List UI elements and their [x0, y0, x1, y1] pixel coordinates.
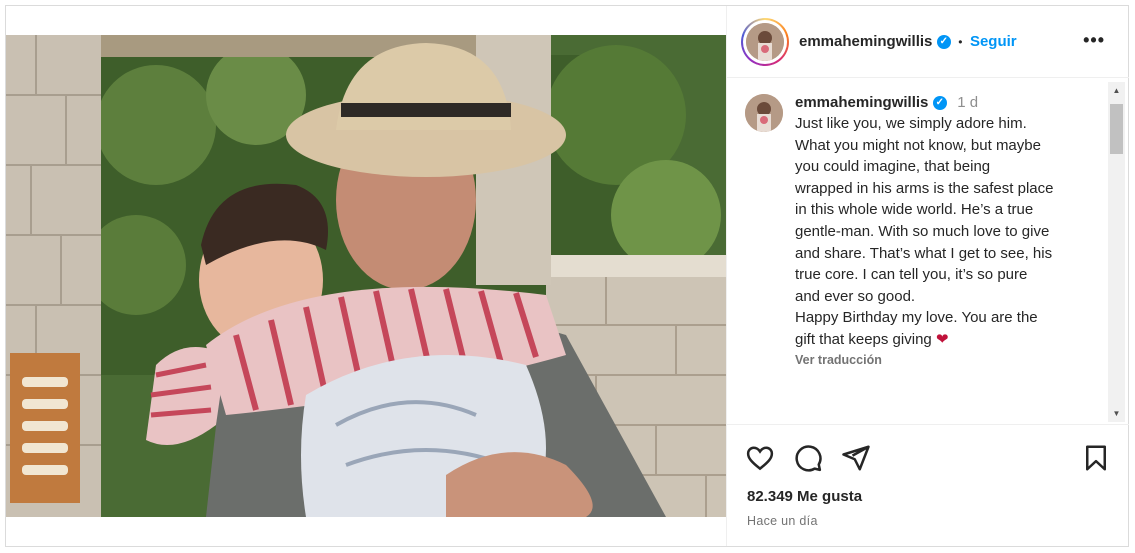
more-horizontal-icon[interactable]: •••: [1083, 30, 1105, 51]
caption-body: emmahemingwillis ✓ 1 d Just like you, we…: [795, 94, 1095, 367]
post-sidebar: emmahemingwillis ✓ • Seguir ••• emmahemi…: [726, 6, 1129, 546]
verified-badge-icon: ✓: [936, 34, 951, 49]
story-ring[interactable]: [741, 18, 789, 66]
caption-header: emmahemingwillis ✓ 1 d: [795, 94, 1095, 112]
post-actions: 82.349 Me gusta Hace un día: [727, 424, 1129, 546]
header-username[interactable]: emmahemingwillis: [799, 33, 932, 50]
red-heart-emoji-icon: ❤: [935, 330, 949, 348]
comment-icon[interactable]: [793, 443, 823, 473]
scrollbar[interactable]: ▲ ▼: [1108, 82, 1125, 422]
post-photo[interactable]: [6, 35, 726, 517]
caption-avatar[interactable]: [745, 94, 783, 132]
verified-badge-icon: ✓: [932, 95, 947, 110]
separator-dot: •: [958, 35, 963, 49]
send-icon[interactable]: [841, 443, 871, 473]
follow-button[interactable]: Seguir: [970, 33, 1017, 50]
post-header: emmahemingwillis ✓ • Seguir •••: [727, 6, 1129, 78]
caption-text: Just like you, we simply adore him. What…: [795, 115, 1054, 348]
heart-icon[interactable]: [745, 443, 775, 473]
scroll-down-arrow-icon[interactable]: ▼: [1108, 405, 1125, 422]
caption-time[interactable]: 1 d: [957, 94, 978, 111]
caption-username[interactable]: emmahemingwillis: [795, 94, 928, 111]
scroll-thumb[interactable]: [1110, 104, 1123, 154]
post-time[interactable]: Hace un día: [747, 514, 818, 528]
instagram-post: emmahemingwillis ✓ • Seguir ••• emmahemi…: [5, 5, 1129, 547]
bookmark-icon[interactable]: [1081, 443, 1111, 473]
caption-area: emmahemingwillis ✓ 1 d Just like you, we…: [727, 78, 1129, 424]
header-line: emmahemingwillis ✓ • Seguir: [799, 33, 1017, 51]
likes-count[interactable]: 82.349 Me gusta: [747, 488, 862, 505]
see-translation-link[interactable]: Ver traducción: [795, 353, 1095, 367]
photo-illustration: [6, 35, 726, 517]
avatar: [746, 23, 784, 61]
scroll-up-arrow-icon[interactable]: ▲: [1108, 82, 1125, 99]
